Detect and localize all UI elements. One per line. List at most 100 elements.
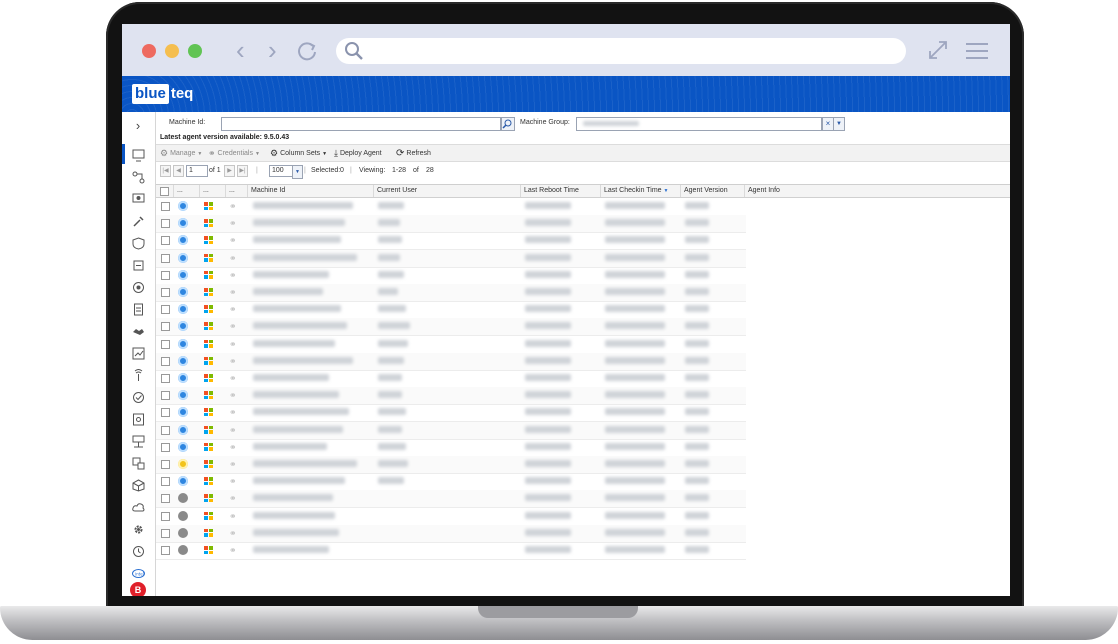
key-icon[interactable]: ⚭ (229, 459, 237, 470)
select-all-checkbox[interactable] (160, 187, 169, 196)
table-row[interactable]: ⚭ (156, 284, 746, 302)
expand-sidebar-icon[interactable]: › (131, 118, 145, 133)
clock-icon[interactable] (131, 544, 145, 558)
row-checkbox[interactable] (161, 511, 170, 521)
key-icon[interactable]: ⚭ (229, 235, 237, 246)
row-checkbox[interactable] (161, 339, 170, 349)
table-row[interactable]: ⚭ (156, 421, 746, 440)
refresh-button[interactable]: ⟳ Refresh (396, 148, 431, 159)
col-current-user[interactable]: Current User (373, 185, 520, 197)
key-icon[interactable]: ⚭ (229, 493, 237, 504)
key-icon[interactable]: ⚭ (229, 425, 237, 436)
last-page-button[interactable]: ▶| (237, 165, 248, 177)
hamburger-menu-icon[interactable] (966, 42, 988, 65)
key-icon[interactable]: ⚭ (229, 390, 237, 401)
chevron-left-icon[interactable]: ‹ (236, 36, 245, 64)
table-row[interactable]: ⚭ (156, 508, 746, 526)
key-icon[interactable]: ⚭ (229, 476, 237, 487)
key-icon[interactable]: ⚭ (229, 339, 237, 350)
table-row[interactable]: ⚭ (156, 490, 746, 509)
page-number-input[interactable]: 1 (186, 165, 208, 177)
table-row[interactable]: ⚭ (156, 267, 746, 285)
network-icon[interactable] (131, 434, 145, 448)
key-icon[interactable]: ⚭ (229, 201, 237, 212)
table-row[interactable]: ⚭ (156, 439, 746, 457)
table-row[interactable]: ⚭ (156, 404, 746, 423)
address-bar[interactable] (336, 38, 906, 64)
key-icon[interactable]: ⚭ (229, 373, 237, 384)
chart-icon[interactable] (131, 346, 145, 360)
minimize-window-button[interactable] (165, 44, 179, 58)
table-row[interactable]: ⚭ (156, 542, 746, 560)
monitor-icon[interactable] (131, 148, 145, 162)
col-agent-info[interactable]: Agent Info (744, 185, 1010, 197)
maximize-window-button[interactable] (188, 44, 202, 58)
column-sets-button[interactable]: ⚙ Column Sets ▼ (270, 148, 327, 159)
close-window-button[interactable] (142, 44, 156, 58)
key-icon[interactable]: ⚭ (229, 321, 237, 332)
sync-icon[interactable] (131, 390, 145, 404)
patch-icon[interactable] (131, 258, 145, 272)
machine-id-input[interactable] (221, 117, 501, 131)
table-row[interactable]: ⚭ (156, 198, 746, 216)
row-checkbox[interactable] (161, 460, 170, 469)
table-row[interactable]: ⚭ (156, 215, 746, 234)
row-checkbox[interactable] (161, 305, 170, 315)
row-checkbox[interactable] (161, 202, 170, 211)
col-status[interactable]: ... (173, 185, 199, 197)
remote-control-icon[interactable] (131, 192, 145, 206)
key-icon[interactable]: ⚭ (229, 511, 237, 522)
row-checkbox[interactable] (161, 356, 170, 366)
row-checkbox[interactable] (161, 442, 170, 452)
row-checkbox[interactable] (161, 219, 170, 229)
row-checkbox[interactable] (161, 270, 170, 280)
key-icon[interactable]: ⚭ (229, 218, 237, 229)
first-page-button[interactable]: |◀ (160, 165, 171, 177)
select-all-header[interactable] (156, 185, 173, 197)
table-row[interactable]: ⚭ (156, 370, 746, 388)
credentials-button[interactable]: ⚭ Credentials ▼ (208, 148, 260, 159)
row-checkbox[interactable] (161, 494, 170, 504)
workflow-icon[interactable] (131, 170, 145, 184)
col-last-reboot[interactable]: Last Reboot Time (520, 185, 600, 197)
table-row[interactable]: ⚭ (156, 352, 746, 371)
key-icon[interactable]: ⚭ (229, 528, 237, 539)
row-checkbox[interactable] (161, 288, 170, 297)
gear-icon[interactable] (131, 522, 145, 536)
table-row[interactable]: ⚭ (156, 524, 746, 543)
col-credential[interactable]: ... (225, 185, 247, 197)
expand-icon[interactable] (928, 40, 948, 65)
antenna-icon[interactable] (131, 368, 145, 382)
cloud-icon[interactable] (131, 500, 145, 514)
key-icon[interactable]: ⚭ (229, 287, 237, 298)
key-icon[interactable]: ⚭ (229, 407, 237, 418)
row-checkbox[interactable] (161, 322, 170, 332)
reload-icon[interactable] (296, 40, 318, 67)
table-row[interactable]: ⚭ (156, 387, 746, 406)
chevron-down-icon[interactable]: ▼ (833, 117, 845, 131)
key-icon[interactable]: ⚭ (229, 253, 237, 264)
devices-icon[interactable] (131, 456, 145, 470)
table-row[interactable]: ⚭ (156, 336, 746, 354)
backup-icon[interactable] (131, 280, 145, 294)
row-checkbox[interactable] (161, 408, 170, 418)
deploy-agent-button[interactable]: ⤓ Deploy Agent (334, 148, 382, 159)
table-row[interactable]: ⚭ (156, 232, 746, 251)
table-row[interactable]: ⚭ (156, 318, 746, 337)
row-checkbox[interactable] (161, 374, 170, 383)
key-icon[interactable]: ⚭ (229, 545, 237, 556)
row-checkbox[interactable] (161, 528, 170, 538)
machine-group-input[interactable] (576, 117, 822, 131)
prev-page-button[interactable]: ◀ (173, 165, 184, 177)
package-icon[interactable] (131, 478, 145, 492)
row-checkbox[interactable] (161, 253, 170, 263)
table-row[interactable]: ⚭ (156, 456, 746, 474)
machine-id-search-button[interactable] (501, 117, 515, 131)
col-last-checkin[interactable]: Last Checkin Time ▼ (600, 185, 680, 197)
table-row[interactable]: ⚭ (156, 301, 746, 320)
row-checkbox[interactable] (161, 425, 170, 435)
row-checkbox[interactable] (161, 477, 170, 487)
key-icon[interactable]: ⚭ (229, 304, 237, 315)
table-row[interactable]: ⚭ (156, 473, 746, 492)
table-row[interactable]: ⚭ (156, 249, 746, 268)
